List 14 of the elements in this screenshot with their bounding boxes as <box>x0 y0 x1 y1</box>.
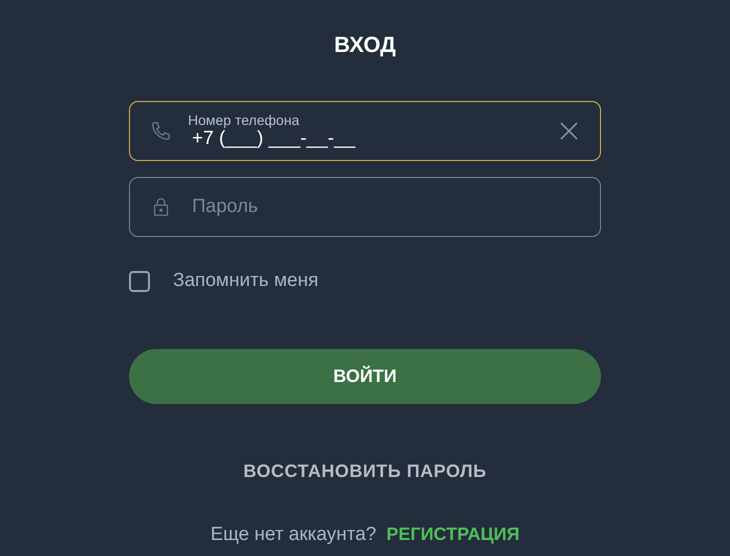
phone-input[interactable]: +7 (___) ___-__-__ <box>192 128 558 150</box>
restore-password-link[interactable]: ВОССТАНОВИТЬ ПАРОЛЬ <box>243 461 487 482</box>
checkbox-label: Запомнить меня <box>173 270 318 292</box>
password-field[interactable]: Пароль <box>129 177 601 237</box>
field-label: Номер телефона <box>188 112 300 128</box>
page-title: ВХОД <box>334 32 396 59</box>
login-button[interactable]: ВОЙТИ <box>129 349 601 404</box>
phone-field[interactable]: Номер телефона +7 (___) ___-__-__ <box>129 101 601 161</box>
phone-icon <box>150 120 172 142</box>
register-link[interactable]: РЕГИСТРАЦИЯ <box>386 524 520 545</box>
remember-checkbox[interactable] <box>129 270 150 292</box>
clear-icon[interactable] <box>558 120 580 142</box>
password-input[interactable]: Пароль <box>192 196 580 218</box>
footer-text: Еще нет аккаунта? <box>210 524 376 546</box>
